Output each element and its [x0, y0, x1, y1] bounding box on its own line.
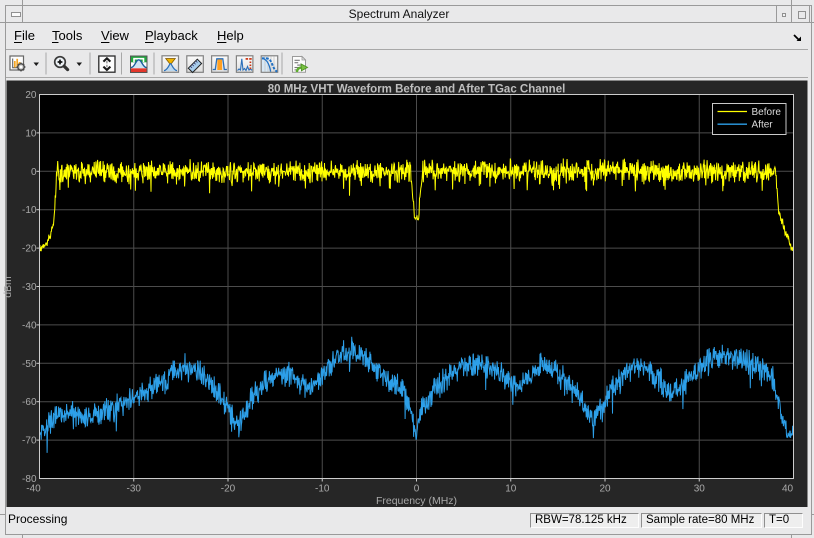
svg-text:-30: -30 [22, 282, 37, 293]
svg-text:20: 20 [599, 484, 611, 495]
svg-text:-10: -10 [315, 484, 330, 495]
svg-text:-40: -40 [22, 320, 37, 331]
svg-text:-50: -50 [22, 359, 37, 370]
svg-text:20: 20 [25, 90, 37, 101]
svg-text:-60: -60 [22, 397, 37, 408]
svg-text:-20: -20 [221, 484, 236, 495]
svg-text:30: 30 [694, 484, 706, 495]
svg-text:-10: -10 [22, 205, 37, 216]
svg-text:40: 40 [782, 484, 794, 495]
svg-text:-30: -30 [127, 484, 142, 495]
svg-text:Frequency (MHz): Frequency (MHz) [376, 495, 457, 507]
svg-text:-20: -20 [22, 244, 37, 255]
svg-text:80 MHz VHT Waveform Before and: 80 MHz VHT Waveform Before and After TGa… [268, 84, 566, 96]
svg-text:-70: -70 [22, 436, 37, 447]
svg-text:10: 10 [25, 128, 37, 139]
svg-text:10: 10 [505, 484, 517, 495]
svg-text:-40: -40 [26, 484, 41, 495]
svg-text:0: 0 [31, 167, 37, 178]
svg-text:dBm: dBm [2, 276, 14, 298]
svg-text:Before: Before [752, 107, 782, 118]
svg-text:0: 0 [414, 484, 420, 495]
svg-text:After: After [752, 120, 774, 131]
